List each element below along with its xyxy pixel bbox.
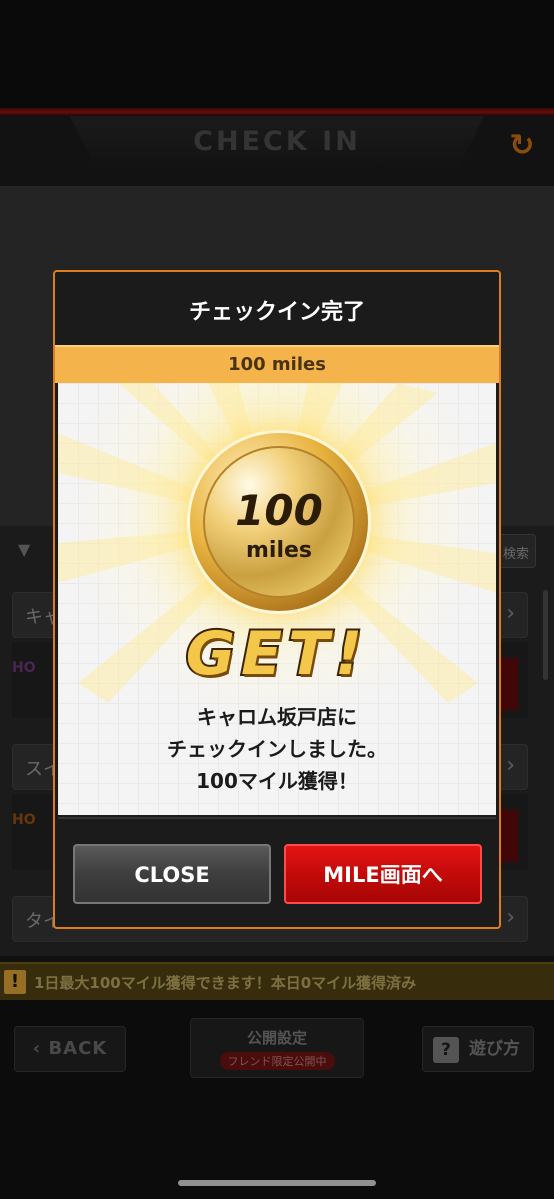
miles-banner: 100 miles bbox=[55, 345, 499, 383]
message-line: チェックインしました。 bbox=[167, 737, 387, 761]
miles-coin: 100 miles bbox=[190, 433, 368, 611]
coin-value: 100 bbox=[235, 486, 323, 535]
mile-screen-button[interactable]: MILE画面へ bbox=[284, 844, 482, 904]
message-line: 100マイル獲得！ bbox=[196, 769, 358, 793]
message-line: キャロム坂戸店に bbox=[197, 705, 357, 729]
miles-banner-text: 100 miles bbox=[228, 354, 326, 375]
divider bbox=[58, 817, 496, 819]
checkin-complete-dialog: チェックイン完了 100 miles 100 miles GET! キャロム坂戸… bbox=[53, 270, 501, 929]
coin-unit: miles bbox=[245, 538, 313, 563]
reward-panel: 100 miles GET! キャロム坂戸店に チェックインしました。 100マ… bbox=[58, 383, 496, 815]
dialog-title: チェックイン完了 bbox=[188, 300, 365, 325]
miles-coin-face: 100 miles bbox=[203, 446, 355, 598]
get-banner: GET! bbox=[184, 617, 369, 691]
close-button[interactable]: CLOSE bbox=[73, 844, 271, 904]
